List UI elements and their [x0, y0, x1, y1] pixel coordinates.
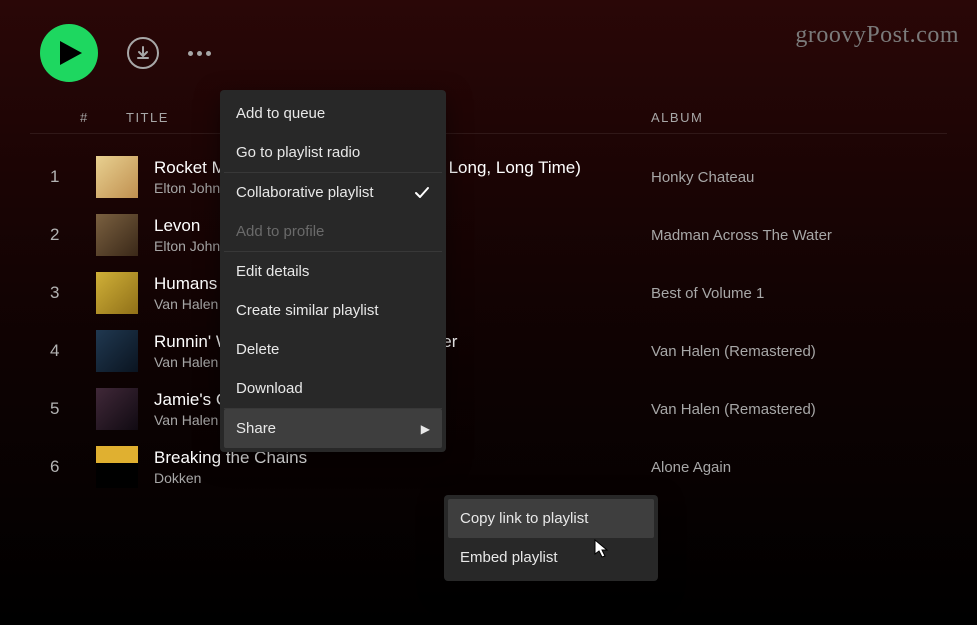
chevron-right-icon: ▶ — [421, 422, 430, 436]
menu-playlist-radio[interactable]: Go to playlist radio — [224, 133, 442, 172]
track-number: 3 — [50, 283, 96, 303]
watermark: groovyPost.com — [795, 22, 959, 49]
track-row[interactable]: 2 Levon Elton John Madman Across The Wat… — [30, 206, 947, 264]
table-header: # TITLE ALBUM — [30, 110, 947, 134]
dot-icon — [188, 51, 193, 56]
submenu-embed[interactable]: Embed playlist — [448, 538, 654, 577]
album-art — [96, 214, 138, 256]
more-options-button[interactable] — [188, 51, 211, 56]
menu-share[interactable]: Share ▶ — [224, 409, 442, 448]
track-row[interactable]: 1 Rocket Man (I Think It's Going To Be A… — [30, 148, 947, 206]
track-album[interactable]: Madman Across The Water — [651, 227, 911, 244]
menu-add-to-profile[interactable]: Add to profile — [224, 212, 442, 251]
menu-create-similar[interactable]: Create similar playlist — [224, 291, 442, 330]
submenu-copy-link[interactable]: Copy link to playlist — [448, 499, 654, 538]
track-number: 2 — [50, 225, 96, 245]
column-header-number: # — [80, 110, 126, 125]
album-art — [96, 156, 138, 198]
track-number: 5 — [50, 399, 96, 419]
column-header-album: ALBUM — [651, 110, 911, 125]
track-number: 6 — [50, 457, 96, 477]
menu-add-to-queue[interactable]: Add to queue — [224, 94, 442, 133]
track-row[interactable]: 6 Breaking the Chains Dokken Alone Again — [30, 438, 947, 496]
track-artist[interactable]: Dokken — [154, 470, 651, 486]
track-row[interactable]: 4 Runnin' With The Devil - 2015 Remaster… — [30, 322, 947, 380]
track-number: 4 — [50, 341, 96, 361]
menu-download[interactable]: Download — [224, 369, 442, 408]
download-button[interactable] — [126, 36, 160, 70]
track-album[interactable]: Best of Volume 1 — [651, 285, 911, 302]
track-album[interactable]: Van Halen (Remastered) — [651, 343, 911, 360]
track-info: Breaking the Chains Dokken — [154, 448, 651, 486]
download-icon — [127, 37, 159, 69]
track-list: 1 Rocket Man (I Think It's Going To Be A… — [0, 134, 977, 496]
track-album[interactable]: Alone Again — [651, 459, 911, 476]
menu-delete[interactable]: Delete — [224, 330, 442, 369]
dot-icon — [197, 51, 202, 56]
track-row[interactable]: 3 Humans Being Van Halen Best of Volume … — [30, 264, 947, 322]
album-art — [96, 446, 138, 488]
share-submenu: Copy link to playlist Embed playlist — [444, 495, 658, 581]
track-row[interactable]: 5 Jamie's Cryin' Van Halen Van Halen (Re… — [30, 380, 947, 438]
play-icon — [60, 41, 82, 65]
play-button[interactable] — [40, 24, 98, 82]
menu-item-label: Collaborative playlist — [236, 184, 374, 201]
track-number: 1 — [50, 167, 96, 187]
track-album[interactable]: Honky Chateau — [651, 169, 911, 186]
context-menu: Add to queue Go to playlist radio Collab… — [220, 90, 446, 452]
album-art — [96, 388, 138, 430]
album-art — [96, 330, 138, 372]
menu-edit-details[interactable]: Edit details — [224, 252, 442, 291]
album-art — [96, 272, 138, 314]
menu-item-label: Share — [236, 420, 276, 437]
toolbar — [0, 0, 977, 100]
dot-icon — [206, 51, 211, 56]
checkmark-icon — [414, 185, 430, 201]
track-album[interactable]: Van Halen (Remastered) — [651, 401, 911, 418]
menu-collaborative-playlist[interactable]: Collaborative playlist — [224, 173, 442, 212]
